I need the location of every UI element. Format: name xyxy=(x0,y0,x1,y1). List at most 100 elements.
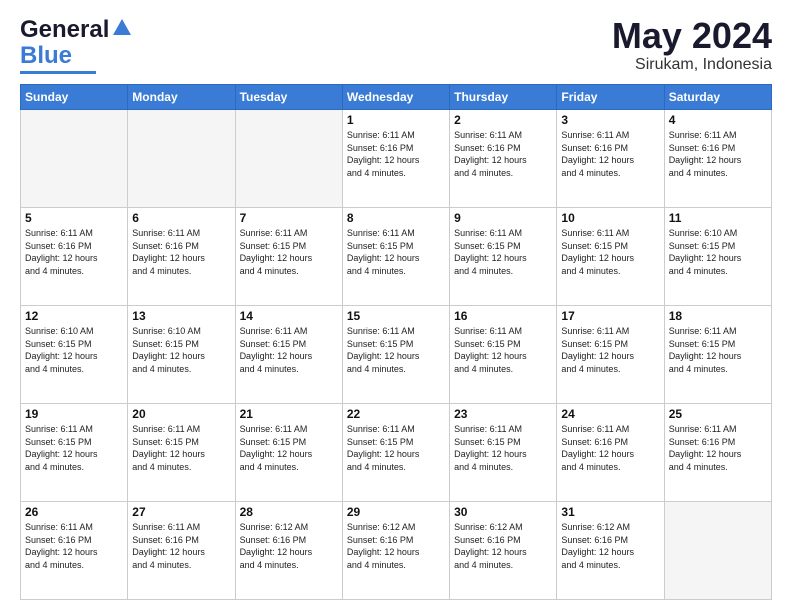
day-info: Sunrise: 6:11 AMSunset: 6:15 PMDaylight:… xyxy=(240,423,338,473)
calendar-day: 9Sunrise: 6:11 AMSunset: 6:15 PMDaylight… xyxy=(450,208,557,306)
calendar-day: 11 Sunrise: 6:10 AMSunset: 6:15 PMDayligh… xyxy=(664,208,771,306)
col-friday: Friday xyxy=(557,85,664,110)
calendar-day: 13Sunrise: 6:10 AMSunset: 6:15 PMDayligh… xyxy=(128,306,235,404)
calendar-day: 12Sunrise: 6:10 AMSunset: 6:15 PMDayligh… xyxy=(21,306,128,404)
day-number: 25 xyxy=(669,407,767,421)
day-info: Sunrise: 6:11 AMSunset: 6:15 PMDaylight:… xyxy=(669,325,767,375)
calendar-day: 29 Sunrise: 6:12 AMSunset: 6:16 PMDayligh… xyxy=(342,502,449,600)
day-number: 22 xyxy=(347,407,445,421)
day-info: Sunrise: 6:11 AMSunset: 6:16 PMDaylight:… xyxy=(669,423,767,473)
logo: General Blue xyxy=(20,16,133,74)
calendar-day: 18 Sunrise: 6:11 AMSunset: 6:15 PMDayligh… xyxy=(664,306,771,404)
day-info: Sunrise: 6:11 AMSunset: 6:15 PMDaylight:… xyxy=(347,227,445,277)
day-number: 18 xyxy=(669,309,767,323)
day-number: 11 xyxy=(669,211,767,225)
day-info: Sunrise: 6:11 AMSunset: 6:15 PMDaylight:… xyxy=(240,325,338,375)
day-number: 29 xyxy=(347,505,445,519)
page: General Blue May 2024 Sirukam, Indonesia… xyxy=(0,0,792,612)
day-info: Sunrise: 6:12 AMSunset: 6:16 PMDaylight:… xyxy=(240,521,338,571)
day-number: 16 xyxy=(454,309,552,323)
calendar-week-3: 12Sunrise: 6:10 AMSunset: 6:15 PMDayligh… xyxy=(21,306,772,404)
day-number: 20 xyxy=(132,407,230,421)
calendar-day: 8 Sunrise: 6:11 AMSunset: 6:15 PMDaylight… xyxy=(342,208,449,306)
calendar-day: 4Sunrise: 6:11 AMSunset: 6:16 PMDaylight… xyxy=(664,110,771,208)
col-wednesday: Wednesday xyxy=(342,85,449,110)
calendar-day: 20 Sunrise: 6:11 AMSunset: 6:15 PMDayligh… xyxy=(128,404,235,502)
calendar-day: 19 Sunrise: 6:11 AMSunset: 6:15 PMDayligh… xyxy=(21,404,128,502)
calendar-day: 14 Sunrise: 6:11 AMSunset: 6:15 PMDayligh… xyxy=(235,306,342,404)
day-info: Sunrise: 6:11 AMSunset: 6:16 PMDaylight:… xyxy=(132,521,230,571)
day-info: Sunrise: 6:11 AMSunset: 6:15 PMDaylight:… xyxy=(347,325,445,375)
day-info: Sunrise: 6:11 AMSunset: 6:15 PMDaylight:… xyxy=(454,325,552,375)
day-number: 1 xyxy=(347,113,445,127)
calendar-day: 6Sunrise: 6:11 AMSunset: 6:16 PMDaylight… xyxy=(128,208,235,306)
col-monday: Monday xyxy=(128,85,235,110)
day-number: 8 xyxy=(347,211,445,225)
col-saturday: Saturday xyxy=(664,85,771,110)
calendar-week-4: 19 Sunrise: 6:11 AMSunset: 6:15 PMDayligh… xyxy=(21,404,772,502)
calendar-week-5: 26Sunrise: 6:11 AMSunset: 6:16 PMDayligh… xyxy=(21,502,772,600)
calendar-day xyxy=(21,110,128,208)
calendar-day: 17Sunrise: 6:11 AMSunset: 6:15 PMDayligh… xyxy=(557,306,664,404)
logo-underline xyxy=(20,71,96,74)
calendar-day xyxy=(664,502,771,600)
logo-blue: Blue xyxy=(20,42,72,70)
calendar-week-1: 1 Sunrise: 6:11 AMSunset: 6:16 PMDaylight… xyxy=(21,110,772,208)
day-info: Sunrise: 6:12 AMSunset: 6:16 PMDaylight:… xyxy=(561,521,659,571)
day-number: 10 xyxy=(561,211,659,225)
day-number: 15 xyxy=(347,309,445,323)
day-number: 3 xyxy=(561,113,659,127)
calendar-day: 15 Sunrise: 6:11 AMSunset: 6:15 PMDayligh… xyxy=(342,306,449,404)
day-info: Sunrise: 6:11 AMSunset: 6:16 PMDaylight:… xyxy=(561,129,659,179)
calendar-day: 2Sunrise: 6:11 AMSunset: 6:16 PMDaylight… xyxy=(450,110,557,208)
calendar-day: 26Sunrise: 6:11 AMSunset: 6:16 PMDayligh… xyxy=(21,502,128,600)
day-info: Sunrise: 6:11 AMSunset: 6:15 PMDaylight:… xyxy=(25,423,123,473)
col-thursday: Thursday xyxy=(450,85,557,110)
col-tuesday: Tuesday xyxy=(235,85,342,110)
day-info: Sunrise: 6:11 AMSunset: 6:15 PMDaylight:… xyxy=(347,423,445,473)
day-info: Sunrise: 6:11 AMSunset: 6:16 PMDaylight:… xyxy=(669,129,767,179)
logo-icon xyxy=(111,17,133,39)
day-info: Sunrise: 6:11 AMSunset: 6:15 PMDaylight:… xyxy=(132,423,230,473)
main-title: May 2024 xyxy=(612,16,772,56)
day-number: 19 xyxy=(25,407,123,421)
title-area: May 2024 Sirukam, Indonesia xyxy=(612,16,772,74)
day-info: Sunrise: 6:11 AMSunset: 6:16 PMDaylight:… xyxy=(25,521,123,571)
calendar-day: 16 Sunrise: 6:11 AMSunset: 6:15 PMDayligh… xyxy=(450,306,557,404)
calendar-day: 23 Sunrise: 6:11 AMSunset: 6:15 PMDayligh… xyxy=(450,404,557,502)
day-number: 5 xyxy=(25,211,123,225)
col-sunday: Sunday xyxy=(21,85,128,110)
calendar-day xyxy=(128,110,235,208)
calendar-header-row: Sunday Monday Tuesday Wednesday Thursday… xyxy=(21,85,772,110)
header: General Blue May 2024 Sirukam, Indonesia xyxy=(20,16,772,74)
calendar-day: 25 Sunrise: 6:11 AMSunset: 6:16 PMDayligh… xyxy=(664,404,771,502)
logo-general: General xyxy=(20,16,109,44)
day-info: Sunrise: 6:12 AMSunset: 6:16 PMDaylight:… xyxy=(454,521,552,571)
day-number: 31 xyxy=(561,505,659,519)
day-number: 23 xyxy=(454,407,552,421)
calendar-day: 30 Sunrise: 6:12 AMSunset: 6:16 PMDayligh… xyxy=(450,502,557,600)
day-number: 7 xyxy=(240,211,338,225)
day-info: Sunrise: 6:11 AMSunset: 6:15 PMDaylight:… xyxy=(561,227,659,277)
day-number: 17 xyxy=(561,309,659,323)
day-number: 27 xyxy=(132,505,230,519)
calendar-day: 21Sunrise: 6:11 AMSunset: 6:15 PMDayligh… xyxy=(235,404,342,502)
calendar-day: 1Sunrise: 6:11 AMSunset: 6:16 PMDaylight… xyxy=(342,110,449,208)
day-info: Sunrise: 6:11 AMSunset: 6:16 PMDaylight:… xyxy=(561,423,659,473)
day-number: 28 xyxy=(240,505,338,519)
day-number: 30 xyxy=(454,505,552,519)
day-number: 24 xyxy=(561,407,659,421)
calendar-day: 22 Sunrise: 6:11 AMSunset: 6:15 PMDayligh… xyxy=(342,404,449,502)
calendar-week-2: 5Sunrise: 6:11 AMSunset: 6:16 PMDaylight… xyxy=(21,208,772,306)
day-info: Sunrise: 6:11 AMSunset: 6:15 PMDaylight:… xyxy=(240,227,338,277)
day-number: 14 xyxy=(240,309,338,323)
day-info: Sunrise: 6:11 AMSunset: 6:16 PMDaylight:… xyxy=(454,129,552,179)
calendar-day: 3 Sunrise: 6:11 AMSunset: 6:16 PMDaylight… xyxy=(557,110,664,208)
day-info: Sunrise: 6:12 AMSunset: 6:16 PMDaylight:… xyxy=(347,521,445,571)
day-info: Sunrise: 6:10 AMSunset: 6:15 PMDaylight:… xyxy=(669,227,767,277)
day-info: Sunrise: 6:10 AMSunset: 6:15 PMDaylight:… xyxy=(132,325,230,375)
day-info: Sunrise: 6:10 AMSunset: 6:15 PMDaylight:… xyxy=(25,325,123,375)
calendar-day: 27 Sunrise: 6:11 AMSunset: 6:16 PMDayligh… xyxy=(128,502,235,600)
calendar-day: 7 Sunrise: 6:11 AMSunset: 6:15 PMDaylight… xyxy=(235,208,342,306)
day-info: Sunrise: 6:11 AMSunset: 6:15 PMDaylight:… xyxy=(454,423,552,473)
